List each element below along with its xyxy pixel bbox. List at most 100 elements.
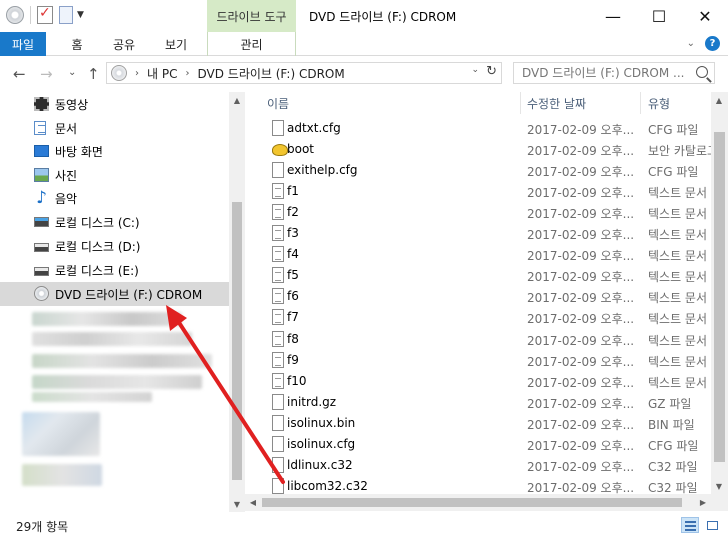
redacted-item: [32, 312, 182, 326]
address-dropdown-icon[interactable]: ⌄: [471, 65, 479, 75]
search-box[interactable]: [513, 62, 715, 84]
tab-share[interactable]: 공유: [104, 32, 144, 56]
sidebar-item-documents[interactable]: 문서: [0, 116, 230, 140]
sidebar-item-label: 음악: [55, 191, 78, 206]
file-row[interactable]: f3 2017-02-09 오후... 텍스트 문서: [245, 223, 711, 244]
text-file-icon: [272, 309, 284, 326]
minimize-button[interactable]: —: [590, 0, 636, 32]
file-type: 텍스트 문서: [648, 249, 708, 264]
address-bar[interactable]: › 내 PC › DVD 드라이브 (F:) CDROM ⌄ ↻: [106, 62, 502, 84]
ribbon-tabs: 파일 홈 공유 보기 관리 ⌄ ?: [0, 32, 728, 56]
tab-file[interactable]: 파일: [0, 32, 46, 56]
sidebar-item-local-disk-e[interactable]: 로컬 디스크 (E:): [0, 258, 230, 282]
sidebar-item-dvd-drive[interactable]: DVD 드라이브 (F:) CDROM: [0, 282, 230, 306]
file-name: f9: [287, 352, 299, 367]
column-header-name[interactable]: 이름: [267, 92, 289, 114]
details-view-icon: [685, 529, 696, 531]
up-button[interactable]: ↑: [87, 65, 100, 83]
sidebar-item-label: 로컬 디스크 (D:): [55, 239, 141, 254]
sidebar-item-pictures[interactable]: 사진: [0, 163, 230, 187]
back-button[interactable]: ←: [13, 65, 26, 83]
breadcrumb-dvd-drive[interactable]: DVD 드라이브 (F:) CDROM: [197, 65, 344, 82]
refresh-icon[interactable]: ↻: [486, 64, 497, 79]
file-type: 텍스트 문서: [648, 270, 708, 285]
scrollbar-thumb[interactable]: [232, 202, 242, 480]
tab-home[interactable]: 홈: [60, 32, 94, 56]
file-row[interactable]: f8 2017-02-09 오후... 텍스트 문서: [245, 329, 711, 350]
tab-view[interactable]: 보기: [156, 32, 196, 56]
breadcrumb-this-pc[interactable]: 내 PC: [147, 65, 177, 82]
sidebar-item-label: 사진: [55, 168, 78, 183]
file-row[interactable]: f10 2017-02-09 오후... 텍스트 문서: [245, 371, 711, 392]
file-row[interactable]: f1 2017-02-09 오후... 텍스트 문서: [245, 181, 711, 202]
dvd-drive-icon: [6, 6, 24, 24]
file-row[interactable]: ldlinux.c32 2017-02-09 오후... C32 파일: [245, 455, 711, 476]
file-row[interactable]: adtxt.cfg 2017-02-09 오후... CFG 파일: [245, 118, 711, 139]
file-name: isolinux.cfg: [287, 436, 356, 451]
file-list: ⌃ 이름 수정한 날짜 유형 adtxt.cfg 2017-02-09 오후...…: [245, 92, 711, 512]
file-name: f1: [287, 184, 299, 199]
scroll-up-icon[interactable]: ▲: [229, 92, 245, 108]
file-row[interactable]: f7 2017-02-09 오후... 텍스트 문서: [245, 307, 711, 328]
file-date: 2017-02-09 오후...: [527, 312, 635, 327]
window-title: DVD 드라이브 (F:) CDROM: [309, 10, 457, 24]
file-row[interactable]: exithelp.cfg 2017-02-09 오후... CFG 파일: [245, 160, 711, 181]
file-date: 2017-02-09 오후...: [527, 375, 635, 390]
file-row[interactable]: isolinux.cfg 2017-02-09 오후... CFG 파일: [245, 434, 711, 455]
column-divider[interactable]: [520, 92, 521, 114]
column-divider[interactable]: [640, 92, 641, 114]
sidebar-item-videos[interactable]: 동영상: [0, 92, 230, 116]
navigation-pane-scrollbar[interactable]: ▲ ▼: [229, 92, 245, 512]
file-row[interactable]: f2 2017-02-09 오후... 텍스트 문서: [245, 202, 711, 223]
scroll-left-icon[interactable]: ◀: [245, 494, 261, 510]
properties-icon[interactable]: [37, 5, 53, 24]
file-row[interactable]: f9 2017-02-09 오후... 텍스트 문서: [245, 350, 711, 371]
maximize-button[interactable]: ☐: [636, 0, 682, 32]
scrollbar-thumb[interactable]: [714, 132, 725, 462]
sidebar-item-local-disk-d[interactable]: 로컬 디스크 (D:): [0, 234, 230, 258]
search-input[interactable]: [514, 66, 692, 80]
file-row[interactable]: f5 2017-02-09 오후... 텍스트 문서: [245, 265, 711, 286]
tab-manage[interactable]: 관리: [207, 32, 296, 56]
sidebar-item-local-disk-c[interactable]: 로컬 디스크 (C:): [0, 210, 230, 234]
details-view-icon: [685, 525, 696, 527]
expand-ribbon-icon[interactable]: ⌄: [687, 38, 695, 49]
sidebar-item-label: 바탕 화면: [55, 144, 103, 159]
security-catalog-icon: [272, 141, 288, 157]
details-view-button[interactable]: [681, 517, 699, 533]
forward-button[interactable]: →: [40, 65, 53, 83]
customize-toolbar-icon[interactable]: ▼: [77, 10, 84, 20]
file-date: 2017-02-09 오후...: [527, 396, 635, 411]
column-header-date[interactable]: 수정한 날짜: [527, 92, 586, 114]
sidebar-item-music[interactable]: ♪ 음악: [0, 186, 230, 210]
file-row[interactable]: isolinux.bin 2017-02-09 오후... BIN 파일: [245, 413, 711, 434]
file-list-scrollbar[interactable]: ▲ ▼: [711, 92, 728, 494]
sidebar-item-desktop[interactable]: 바탕 화면: [0, 139, 230, 163]
file-row[interactable]: f6 2017-02-09 오후... 텍스트 문서: [245, 286, 711, 307]
large-icons-view-button[interactable]: [703, 517, 721, 533]
scrollbar-thumb[interactable]: [262, 498, 682, 507]
file-type: 텍스트 문서: [648, 375, 708, 390]
horizontal-scrollbar[interactable]: ◀ ▶: [245, 494, 728, 511]
scroll-down-icon[interactable]: ▼: [711, 478, 727, 494]
scroll-up-icon[interactable]: ▲: [711, 92, 727, 108]
file-date: 2017-02-09 오후...: [527, 207, 635, 222]
file-row[interactable]: initrd.gz 2017-02-09 오후... GZ 파일: [245, 392, 711, 413]
scroll-down-icon[interactable]: ▼: [229, 496, 245, 512]
file-row[interactable]: boot 2017-02-09 오후... 보안 카탈로그: [245, 139, 711, 160]
breadcrumb-separator[interactable]: ›: [185, 68, 189, 79]
help-icon[interactable]: ?: [705, 36, 720, 51]
file-icon: [272, 456, 284, 473]
new-folder-icon[interactable]: [59, 6, 73, 24]
music-icon: ♪: [36, 188, 47, 208]
column-header-type[interactable]: 유형: [648, 92, 670, 114]
search-icon[interactable]: [696, 66, 708, 78]
breadcrumb-separator[interactable]: ›: [135, 68, 139, 79]
close-button[interactable]: ✕: [682, 0, 728, 32]
file-row[interactable]: f4 2017-02-09 오후... 텍스트 문서: [245, 244, 711, 265]
recent-locations-button[interactable]: ⌄: [68, 67, 76, 78]
file-icon: [272, 393, 284, 410]
redacted-item: [22, 464, 102, 486]
scroll-right-icon[interactable]: ▶: [695, 494, 711, 510]
file-date: 2017-02-09 오후...: [527, 459, 635, 474]
